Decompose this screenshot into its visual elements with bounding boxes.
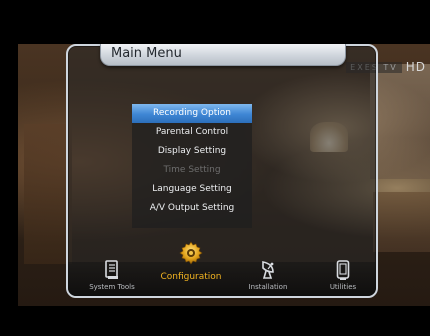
menu-item-time-setting: Time Setting	[163, 165, 221, 175]
menu-item-parental-control[interactable]: Parental Control	[132, 123, 252, 142]
tool-label: Utilities	[329, 283, 357, 291]
tool-configuration[interactable]: Configuration	[156, 241, 226, 296]
tablet-icon	[336, 260, 350, 284]
tool-label: Configuration	[160, 272, 222, 282]
background-chair	[24, 124, 72, 264]
page-title: Main Menu	[111, 46, 182, 61]
menu-item-av-output-setting[interactable]: A/V Output Setting	[132, 199, 252, 218]
tool-installation[interactable]: Installation	[240, 260, 296, 296]
bottom-toolbar: System Tools Configuration Installation …	[68, 241, 376, 296]
menu-item-display-setting[interactable]: Display Setting	[132, 142, 252, 161]
tool-system-tools[interactable]: System Tools	[82, 260, 142, 296]
hd-badge: HD	[405, 60, 426, 74]
gear-icon	[178, 240, 204, 270]
menu-item-language-setting[interactable]: Language Setting	[132, 180, 252, 199]
submenu-list: Recording Option Parental Control Displa…	[132, 104, 252, 228]
menu-item-recording-option[interactable]: Recording Option	[132, 104, 252, 123]
satellite-dish-icon	[259, 260, 277, 284]
tool-utilities[interactable]: Utilities	[318, 260, 368, 296]
background-window	[370, 64, 430, 179]
tool-label: System Tools	[89, 283, 135, 291]
tool-label: Installation	[248, 283, 288, 291]
title-tab: Main Menu	[100, 44, 346, 66]
background-shelf	[373, 192, 430, 252]
document-icon	[104, 260, 120, 284]
